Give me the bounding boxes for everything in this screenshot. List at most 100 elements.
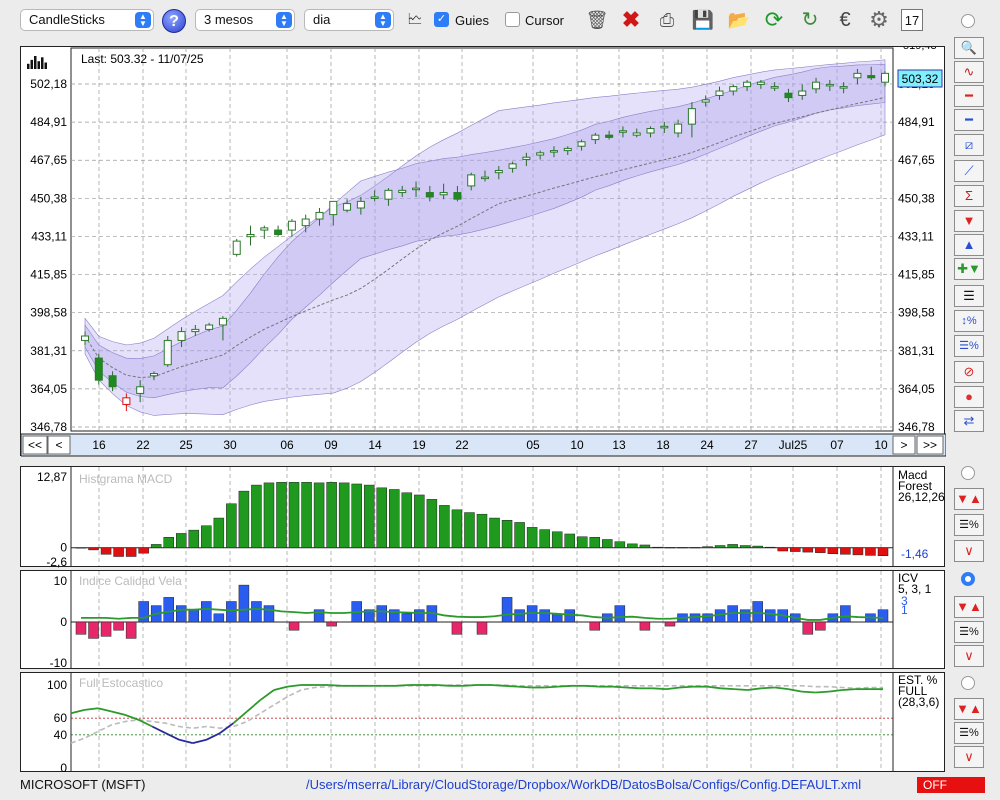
- update-icon[interactable]: ↻: [797, 7, 823, 33]
- cursor-checkbox[interactable]: [505, 12, 520, 27]
- trash-icon[interactable]: 🗑: [584, 7, 610, 33]
- open-folder-icon[interactable]: 📂: [726, 7, 752, 33]
- currency-icon[interactable]: €: [832, 7, 858, 33]
- est-chart[interactable]: 10060400Full Estocastico EST. %FULL(28,3,…: [21, 673, 946, 773]
- icv-bar: [840, 605, 851, 623]
- price-chart-panel[interactable]: 502,18502,18484,91484,91467,65467,65450,…: [20, 46, 946, 457]
- macd-bar: [551, 531, 563, 548]
- help-icon[interactable]: ?: [162, 9, 186, 33]
- macd-chart[interactable]: 12,870-2,6Histgrama MACD MacdForest26,12,…: [21, 467, 946, 568]
- guies-checkbox[interactable]: ✓: [434, 12, 449, 27]
- macd-bar: [514, 522, 525, 548]
- candle-body: [853, 72, 862, 79]
- est-panel[interactable]: 100 60 40 0 Full Estocastico EST. % FULL (28,3,…: [20, 672, 946, 773]
- candle-body: [756, 81, 765, 85]
- indicators-tool[interactable]: ∿: [954, 61, 984, 83]
- horizontal-red-line-tool[interactable]: ━: [954, 85, 984, 107]
- bars-icon: [44, 62, 47, 69]
- lines-tool[interactable]: ☰: [954, 285, 984, 307]
- icv-percent-tool[interactable]: ☰%: [954, 621, 984, 643]
- sync-tool[interactable]: ⇄: [954, 410, 984, 432]
- y-tick-label: 40: [54, 728, 68, 742]
- candle-body: [453, 192, 462, 200]
- macd-panel[interactable]: 12,87 0 -2,6 Histgrama MACD Macd Forest 26,12,…: [20, 466, 946, 568]
- candle-body: [632, 132, 641, 136]
- macd-bar: [689, 547, 701, 549]
- print-icon[interactable]: ⎙: [654, 7, 680, 33]
- candle-body: [715, 90, 724, 96]
- macd-signals-tool[interactable]: ▼▲: [954, 488, 984, 510]
- candle-body: [370, 196, 379, 199]
- candle-body: [549, 150, 558, 153]
- candle-body: [508, 163, 517, 169]
- candle-body: [563, 147, 572, 152]
- fibonacci-tool[interactable]: Σ: [954, 185, 984, 207]
- macd-percent-tool[interactable]: ☰%: [954, 514, 984, 536]
- settings-icon[interactable]: ⚙: [866, 7, 892, 33]
- macd-bar: [802, 547, 814, 553]
- candle-body: [729, 86, 738, 92]
- icv-bar: [88, 621, 99, 639]
- percent-range-tool[interactable]: ↕%: [954, 310, 984, 332]
- est-fast-line-segment: [761, 686, 775, 690]
- percent-lines-icon: ☰%: [959, 519, 979, 531]
- y-tick-label-left: 450,38: [30, 191, 67, 205]
- interval-select[interactable]: dia ▲ ▼: [304, 9, 394, 31]
- bars-icon: [41, 57, 44, 69]
- est-fast-line-segment: [504, 684, 518, 688]
- last-value-badge: 503,32: [902, 72, 939, 86]
- panel-radio-macd[interactable]: [961, 466, 975, 480]
- clear-tool[interactable]: ⊘: [954, 361, 984, 383]
- chart-window-icon[interactable]: 🗠: [402, 7, 428, 33]
- icv-bar: [326, 621, 337, 627]
- record-tool[interactable]: ●: [954, 386, 984, 408]
- icv-signals-tool[interactable]: ▼▲: [954, 596, 984, 618]
- panel-radio-icv[interactable]: [961, 572, 975, 586]
- panel-radio-est[interactable]: [961, 676, 975, 690]
- x-tick-label: 09: [324, 438, 338, 452]
- calendar-icon[interactable]: 17: [901, 9, 923, 31]
- icv-chart[interactable]: 100-10Indice Calidad Vela ICV5, 3, 131: [21, 571, 946, 670]
- y-tick-label-left: 467,65: [30, 153, 67, 167]
- y-tick-label-right: 415,85: [898, 268, 935, 282]
- nav-label-nav_prev[interactable]: <: [55, 438, 62, 452]
- macd-bar: [338, 482, 350, 548]
- macd-bar: [376, 487, 387, 548]
- chart-type-select[interactable]: CandleSticks ▲ ▼: [20, 9, 154, 31]
- icv-panel[interactable]: 10 0 -10 Indice Calidad Vela ICV 5, 3, 131: [20, 570, 946, 670]
- panel-radio-main[interactable]: [961, 14, 975, 28]
- up-arrow-tool[interactable]: ▲: [954, 234, 984, 256]
- macd-bar: [739, 545, 751, 548]
- down-arrow-tool[interactable]: ▼: [954, 210, 984, 232]
- icv-curve-tool[interactable]: ∨: [954, 645, 984, 667]
- macd-curve-tool[interactable]: ∨: [954, 540, 984, 562]
- est-curve-tool[interactable]: ∨: [954, 746, 984, 768]
- config-path-link[interactable]: /Users/mserra/Library/CloudStorage/Dropb…: [306, 777, 861, 792]
- channel-tool[interactable]: ⧄: [954, 134, 984, 156]
- save-icon[interactable]: 💾: [690, 7, 716, 33]
- candle-body: [618, 130, 627, 133]
- nav-label-nav_next[interactable]: >: [900, 438, 907, 452]
- trend-line-tool[interactable]: ⟋: [954, 160, 984, 182]
- est-signals-tool[interactable]: ▼▲: [954, 698, 984, 720]
- est-percent-tool[interactable]: ☰%: [954, 722, 984, 744]
- delete-icon[interactable]: ✖: [618, 7, 644, 33]
- nav-label-nav_last[interactable]: >>: [923, 438, 937, 452]
- refresh-icon[interactable]: ⟳: [761, 7, 787, 33]
- nav-label-nav_first[interactable]: <<: [28, 438, 42, 452]
- off-badge[interactable]: OFF: [917, 777, 985, 793]
- zoom-tool[interactable]: 🔍: [954, 37, 984, 59]
- macd-bar: [714, 545, 726, 548]
- price-chart[interactable]: 502,18502,18484,91484,91467,65467,65450,…: [21, 47, 946, 457]
- macd-bar: [501, 519, 513, 548]
- icv-bar: [75, 621, 87, 635]
- candle-body: [881, 72, 889, 83]
- horizontal-blue-line-tool[interactable]: ━: [954, 109, 984, 131]
- y-tick-label: 12,87: [37, 470, 67, 484]
- candle-body: [177, 331, 186, 341]
- icv-bar: [664, 621, 676, 627]
- candle-body: [674, 123, 683, 134]
- signals-tool[interactable]: ✚▼: [954, 258, 984, 280]
- percent-lines-tool[interactable]: ☰%: [954, 335, 984, 357]
- period-select[interactable]: 3 mesos ▲ ▼: [195, 9, 295, 31]
